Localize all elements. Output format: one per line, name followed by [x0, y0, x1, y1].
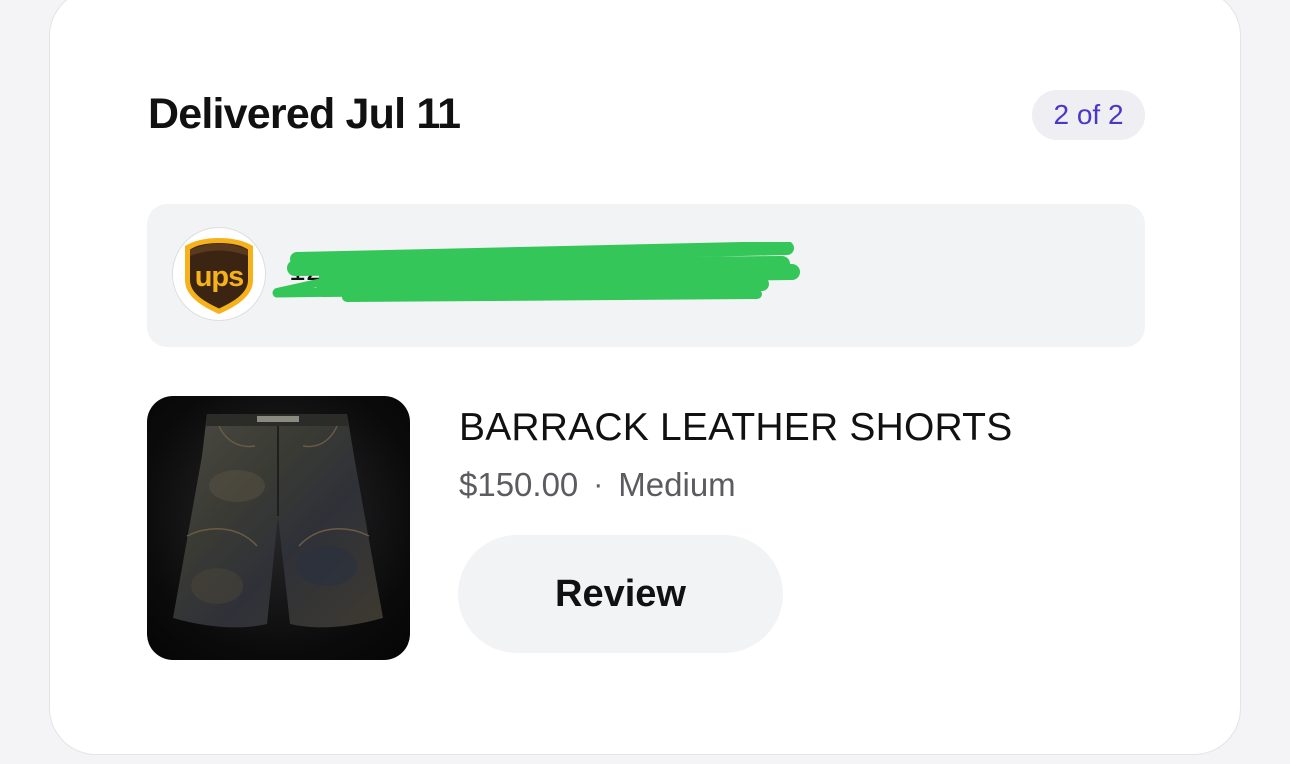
leather-shorts-image[interactable] [147, 396, 410, 660]
review-button[interactable]: Review [458, 535, 783, 653]
order-card: Delivered Jul 11 2 of 2 ups 1Z BARRACK L… [50, 0, 1240, 754]
ups-shield-icon: ups [173, 228, 265, 320]
product-size: Medium [618, 466, 736, 503]
product-price: $150.00 [459, 466, 579, 503]
product-name[interactable]: BARRACK LEATHER SHORTS [459, 408, 1012, 447]
redaction-mark [272, 242, 800, 302]
delivery-status-title: Delivered Jul 11 [148, 90, 461, 138]
shipment-counter-badge: 2 of 2 [1032, 90, 1145, 140]
ups-logo-text: ups [195, 261, 244, 293]
product-meta: $150.00 · Medium [459, 468, 736, 501]
tracking-row[interactable]: ups 1Z [147, 204, 1145, 347]
meta-separator: · [593, 467, 604, 501]
